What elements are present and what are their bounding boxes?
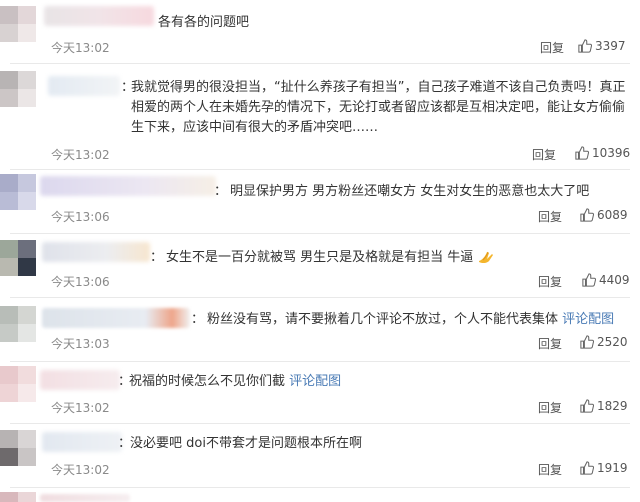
- comment-text: 粉丝没有骂，请不要揪着几个评论不放过，个人不能代表集体 评论配图: [207, 310, 614, 330]
- comment-body: 女生不是一百分就被骂 男生只是及格就是有担当 牛逼: [166, 250, 474, 265]
- thumbs-up-icon: [582, 273, 596, 287]
- comment-body: 粉丝没有骂，请不要揪着几个评论不放过，个人不能代表集体: [207, 312, 559, 327]
- avatar[interactable]: [0, 174, 36, 210]
- avatar[interactable]: [0, 240, 36, 276]
- comment-time: 今天13:02: [51, 148, 110, 162]
- username-blurred[interactable]: [48, 76, 120, 96]
- comment-text: 祝福的时候怎么不见你们截 评论配图: [129, 372, 341, 392]
- username-blurred-next[interactable]: [40, 494, 130, 502]
- like-button[interactable]: 1919: [580, 461, 628, 475]
- like-count: 6089: [597, 208, 628, 222]
- reply-button[interactable]: 回复: [538, 208, 562, 225]
- comment-text: 女生不是一百分就被骂 男生只是及格就是有担当 牛逼: [166, 248, 495, 268]
- username-blurred[interactable]: [42, 242, 150, 262]
- like-count: 4409: [599, 273, 630, 287]
- avatar-next-partial[interactable]: [0, 492, 36, 502]
- comment-time: 今天13:02: [51, 41, 110, 55]
- comment-time: 今天13:02: [51, 463, 110, 477]
- comment-item: ： 没必要吧 doi不带套才是问题根本所在啊 今天13:02 回复 1919: [0, 424, 640, 502]
- thumbs-up-icon: [580, 399, 594, 413]
- username-blurred[interactable]: [44, 6, 154, 26]
- comment-prefix: ：: [214, 184, 228, 199]
- thumbs-up-icon: [580, 335, 594, 349]
- comment-item: ： 粉丝没有骂，请不要揪着几个评论不放过，个人不能代表集体 评论配图 今天13:…: [0, 298, 640, 362]
- username-blurred[interactable]: [42, 308, 190, 328]
- like-button[interactable]: 4409: [582, 273, 630, 287]
- avatar[interactable]: [0, 71, 36, 107]
- comment-image-link[interactable]: 评论配图: [562, 312, 614, 327]
- avatar[interactable]: [0, 366, 36, 402]
- like-count: 2520: [597, 335, 628, 349]
- comment-item: ： 我就觉得男的很没担当，“扯什么养孩子有担当”，自己孩子难道不该自己负责吗！真…: [0, 64, 640, 170]
- reply-button[interactable]: 回复: [540, 39, 564, 56]
- thumbs-up-icon: [580, 461, 594, 475]
- like-button[interactable]: 3397: [578, 39, 626, 53]
- reply-button[interactable]: 回复: [538, 335, 562, 352]
- comment-body: 祝福的时候怎么不见你们截: [129, 374, 286, 389]
- reply-button[interactable]: 回复: [538, 399, 562, 416]
- like-count: 1919: [597, 461, 628, 475]
- reply-button[interactable]: 回复: [538, 273, 562, 290]
- comment-time: 今天13:06: [51, 275, 110, 289]
- comment-text: 没必要吧 doi不带套才是问题根本所在啊: [130, 436, 362, 451]
- reply-button[interactable]: 回复: [532, 146, 556, 163]
- comment-prefix: ：: [191, 312, 205, 327]
- username-blurred[interactable]: [40, 370, 120, 390]
- avatar[interactable]: [0, 430, 36, 466]
- thumbs-up-icon: [580, 208, 594, 222]
- clap-emoji: [479, 251, 494, 263]
- like-button[interactable]: 2520: [580, 335, 628, 349]
- like-count: 3397: [595, 39, 626, 53]
- comment-time: 今天13:06: [51, 210, 110, 224]
- comment-time: 今天13:02: [51, 401, 110, 415]
- thumbs-up-icon: [575, 146, 589, 160]
- avatar[interactable]: [0, 6, 36, 42]
- like-button[interactable]: 10396: [575, 146, 630, 160]
- username-blurred[interactable]: [42, 432, 122, 452]
- like-count: 10396: [592, 146, 631, 160]
- username-blurred[interactable]: [40, 176, 216, 196]
- divider: [10, 487, 630, 488]
- reply-button[interactable]: 回复: [538, 461, 562, 478]
- comment-item: ： 明显保护男方 男方粉丝还嘲女方 女生对女生的恶意也太大了吧 今天13:06 …: [0, 170, 640, 234]
- comment-text: 各有各的问题吧: [158, 15, 250, 30]
- comment-item: ： 祝福的时候怎么不见你们截 评论配图 今天13:02 回复 1829: [0, 362, 640, 424]
- comment-time: 今天13:03: [51, 337, 110, 351]
- comment-text: 我就觉得男的很没担当，“扯什么养孩子有担当”，自己孩子难道不该自己负责吗！真正相…: [131, 80, 626, 135]
- comment-item: 各有各的问题吧 今天13:02 回复 3397: [0, 0, 640, 64]
- comment-item: ： 女生不是一百分就被骂 男生只是及格就是有担当 牛逼 今天13:06 回复 4…: [0, 234, 640, 298]
- comment-image-link[interactable]: 评论配图: [289, 374, 341, 389]
- comment-prefix: ：: [150, 250, 164, 265]
- avatar[interactable]: [0, 306, 36, 342]
- comment-text: 明显保护男方 男方粉丝还嘲女方 女生对女生的恶意也太大了吧: [230, 184, 590, 199]
- like-count: 1829: [597, 399, 628, 413]
- thumbs-up-icon: [578, 39, 592, 53]
- like-button[interactable]: 1829: [580, 399, 628, 413]
- like-button[interactable]: 6089: [580, 208, 628, 222]
